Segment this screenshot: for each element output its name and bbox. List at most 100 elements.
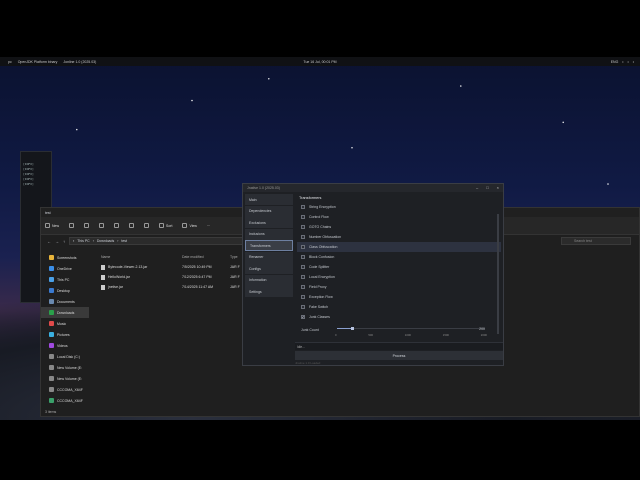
close-icon[interactable]: × [497, 185, 499, 190]
plus-icon [45, 223, 50, 228]
transformer-option[interactable]: Fake Switch [297, 302, 501, 312]
checkbox[interactable] [301, 225, 305, 229]
tab-configs[interactable]: Configs [245, 263, 293, 274]
breadcrumb-item[interactable]: This PC [77, 239, 89, 243]
tab-transformers[interactable]: Transformers [245, 240, 293, 251]
battery-icon[interactable]: • [633, 60, 634, 64]
tab-renamer[interactable]: Renamer [245, 251, 293, 263]
folder-icon [49, 299, 54, 304]
folder-icon [49, 387, 54, 392]
nav-item[interactable]: Documents [41, 296, 89, 307]
checkbox[interactable] [301, 215, 305, 219]
transformer-option[interactable]: String Encryption [297, 202, 501, 212]
forward-icon[interactable]: → [55, 239, 59, 244]
junk-count-slider[interactable] [337, 327, 485, 330]
nav-item-label: New Volume (E: [57, 365, 83, 370]
tab-settings[interactable]: Settings [245, 286, 293, 297]
clock[interactable]: Tue 16 Jul, 00:01 PM [303, 60, 336, 64]
checkbox[interactable] [301, 255, 305, 259]
nav-item[interactable]: CCCOMA_X64F [41, 384, 89, 395]
rename-button[interactable] [114, 223, 120, 228]
nav-item-label: Downloads [57, 310, 75, 315]
column-date[interactable]: Date modified [182, 255, 230, 259]
transformer-option[interactable]: GOTO Chains [297, 222, 501, 232]
nav-item-label: Pictures [57, 332, 70, 337]
checkbox[interactable] [301, 305, 305, 309]
nav-item[interactable]: Music [41, 318, 89, 329]
copy-button[interactable] [84, 223, 90, 228]
tab-dependencies[interactable]: Dependencies [245, 205, 293, 217]
view-button[interactable]: View [182, 223, 197, 228]
transformer-option[interactable]: Exception Flow [297, 292, 501, 302]
taskbar-item[interactable]: pc [8, 60, 12, 64]
folder-icon [49, 343, 54, 348]
nav-item[interactable]: Desktop [41, 285, 89, 296]
breadcrumb-item[interactable]: test [121, 239, 127, 243]
checkbox[interactable] [301, 245, 305, 249]
new-button[interactable]: New [45, 223, 59, 228]
transformer-option[interactable]: Class Obfuscation [297, 242, 501, 252]
option-label: Local Encryption [309, 275, 335, 279]
option-label: Number Obfuscation [309, 235, 342, 239]
transformer-option[interactable]: Block Confusion [297, 252, 501, 262]
back-icon[interactable]: ← [47, 239, 51, 244]
transformer-option[interactable]: Code Splitter [297, 262, 501, 272]
nav-item[interactable]: Screenshots [41, 252, 89, 263]
nav-item[interactable]: New Volume (E: [41, 373, 89, 384]
search-input[interactable]: Search test [561, 237, 631, 245]
tab-exclusions[interactable]: Exclusions [245, 217, 293, 228]
breadcrumb-item[interactable]: Downloads [97, 239, 114, 243]
nav-item[interactable]: Videos [41, 340, 89, 351]
taskbar-item[interactable]: OpenJDK Platform binary [18, 60, 58, 64]
nav-item[interactable]: OneDrive [41, 263, 89, 274]
sort-button[interactable]: Sort [159, 223, 172, 228]
checkbox[interactable] [301, 275, 305, 279]
nav-item[interactable]: Local Disk (C:) [41, 351, 89, 362]
transformer-option[interactable]: Local Encryption [297, 272, 501, 282]
volume-icon[interactable]: • [628, 60, 629, 64]
slider-tick: 1500 [442, 333, 449, 337]
language-indicator[interactable]: ENG [611, 60, 619, 64]
slider-label: Junk Count [301, 328, 319, 332]
minimize-icon[interactable]: – [476, 185, 478, 190]
tab-inclusions[interactable]: Inclusions [245, 228, 293, 240]
transformer-option[interactable]: Control Flow [297, 212, 501, 222]
nav-item[interactable]: New Volume (E: [41, 362, 89, 373]
column-name[interactable]: Name [97, 255, 182, 259]
transformer-option[interactable]: Field Proxy [297, 282, 501, 292]
nav-item[interactable]: Pictures [41, 329, 89, 340]
wifi-icon[interactable]: • [622, 60, 623, 64]
tab-information[interactable]: Information [245, 274, 293, 286]
delete-button[interactable] [144, 223, 150, 228]
slider-handle[interactable] [350, 327, 354, 330]
tab-main[interactable]: Main [245, 194, 293, 205]
jnative-window[interactable]: Jnative 1.0 (2025.03) – □ × Main Dependen… [242, 183, 504, 366]
checkbox[interactable] [301, 265, 305, 269]
checkbox[interactable] [301, 235, 305, 239]
transformer-option[interactable]: Number Obfuscation [297, 232, 501, 242]
slider-tick: 500 [368, 333, 373, 337]
transformer-option[interactable]: ✓ Junk Classes [297, 312, 501, 322]
checkbox[interactable] [301, 205, 305, 209]
more-button[interactable]: ··· [207, 224, 211, 228]
file-date: 7/12/2025 6:47 PM [182, 275, 212, 279]
paste-button[interactable] [99, 223, 105, 228]
new-label: New [52, 223, 60, 228]
checkbox[interactable] [301, 295, 305, 299]
process-button[interactable]: Process [295, 351, 503, 360]
sort-label: Sort [166, 223, 173, 228]
checkbox[interactable]: ✓ [301, 315, 305, 319]
status-bar: 3 items [45, 410, 57, 414]
share-button[interactable] [129, 223, 135, 228]
cut-button[interactable] [69, 223, 75, 228]
maximize-icon[interactable]: □ [486, 185, 488, 190]
taskbar-item[interactable]: Jonline 1.0 (2025.03) [63, 60, 96, 64]
up-icon[interactable]: ↑ [63, 239, 65, 244]
nav-item[interactable]: This PC [41, 274, 89, 285]
checkbox[interactable] [301, 285, 305, 289]
desktop: pc OpenJDK Platform binary Jonline 1.0 (20… [0, 57, 640, 420]
nav-item[interactable]: CCCOMA_X64F [41, 395, 89, 406]
nav-item[interactable]: Downloads [41, 307, 89, 318]
scrollbar[interactable] [497, 214, 499, 334]
nav-item-label: Videos [57, 343, 68, 348]
